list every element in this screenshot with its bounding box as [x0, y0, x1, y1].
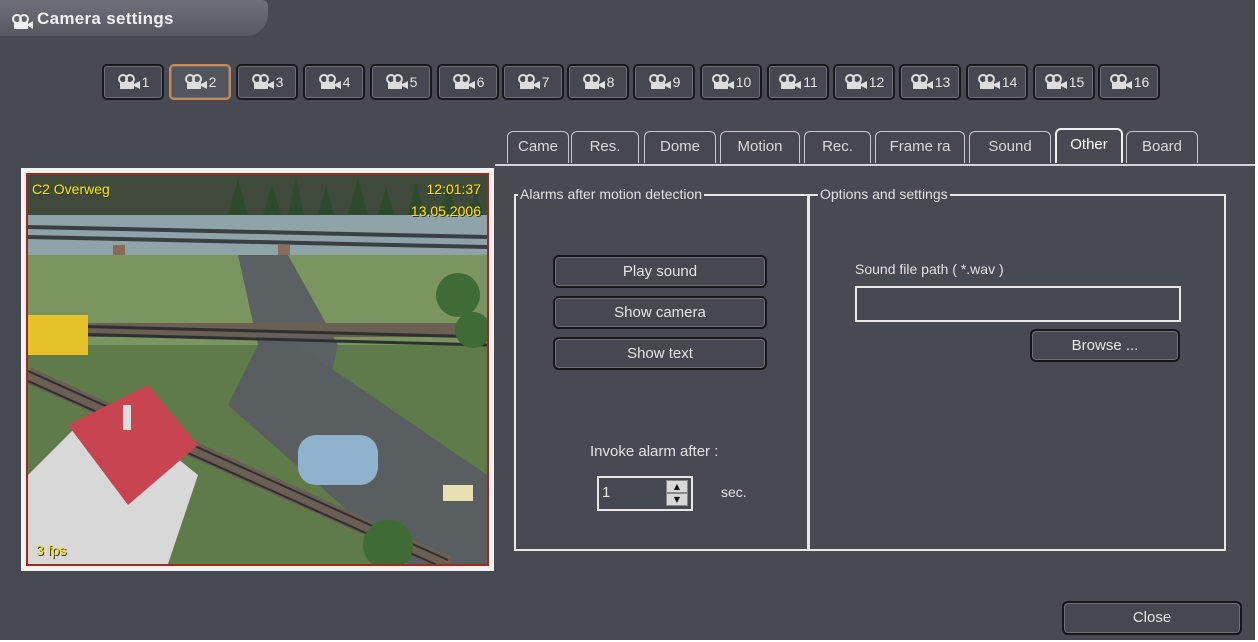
camera-button-10[interactable]: 10: [700, 64, 762, 100]
options-legend: Options and settings: [818, 185, 950, 203]
camera-preview: C2 Overweg 12:01:37 13.05.2006 3 fps: [21, 168, 494, 571]
camera-button-label: 3: [275, 74, 284, 90]
camera-icon: [517, 74, 541, 90]
camera-label-osd: C2 Overweg: [32, 181, 110, 197]
camera-icon: [452, 74, 476, 90]
close-button[interactable]: Close: [1062, 601, 1242, 635]
title-bar: Camera settings: [0, 0, 268, 36]
seconds-unit-label: sec.: [721, 484, 747, 500]
fps-osd: 3 fps: [36, 542, 67, 558]
camera-icon: [1109, 74, 1133, 90]
camera-button-label: 10: [735, 74, 752, 90]
camera-button-14[interactable]: 14: [966, 64, 1028, 100]
tab-motion[interactable]: Motion: [720, 131, 800, 163]
camera-icon: [778, 74, 802, 90]
date-osd: 13.05.2006: [410, 203, 481, 219]
camera-icon: [582, 74, 606, 90]
spin-up-icon[interactable]: ▲: [666, 480, 688, 493]
browse-button[interactable]: Browse ...: [1030, 329, 1180, 362]
camera-button-label: 13: [934, 74, 951, 90]
tab-res[interactable]: Res.: [571, 131, 639, 163]
camera-icon: [12, 14, 34, 34]
camera-icon: [385, 74, 409, 90]
camera-button-2[interactable]: 2: [169, 64, 231, 100]
camera-button-3[interactable]: 3: [236, 64, 298, 100]
camera-button-11[interactable]: 11: [767, 64, 829, 100]
tab-sound[interactable]: Sound: [969, 131, 1051, 163]
camera-button-label: 7: [541, 74, 550, 90]
camera-button-label: 15: [1068, 74, 1085, 90]
camera-button-label: 12: [868, 74, 885, 90]
camera-icon: [648, 74, 672, 90]
camera-icon: [251, 74, 275, 90]
invoke-alarm-value[interactable]: 1: [602, 484, 610, 501]
camera-settings-window: Camera settings 1 2 3 4 5 6 7 8 9 10 11 12 13 14 15 16 …: [0, 0, 1255, 640]
camera-button-16[interactable]: 16: [1098, 64, 1160, 100]
sound-file-path-label: Sound file path ( *.wav ): [855, 261, 1004, 277]
camera-button-label: 4: [342, 74, 351, 90]
camera-button-13[interactable]: 13: [899, 64, 961, 100]
camera-button-label: 8: [606, 74, 615, 90]
camera-button-9[interactable]: 9: [633, 64, 695, 100]
camera-button-label: 1: [141, 74, 150, 90]
play-sound-button[interactable]: Play sound: [553, 255, 767, 288]
tab-board[interactable]: Board: [1126, 131, 1198, 163]
camera-button-label: 16: [1133, 74, 1150, 90]
options-group: Options and settings: [808, 185, 1226, 551]
camera-icon: [910, 74, 934, 90]
tab-framera[interactable]: Frame ra: [875, 131, 965, 163]
camera-button-7[interactable]: 7: [502, 64, 564, 100]
tab-other[interactable]: Other: [1055, 128, 1123, 163]
camera-icon: [1044, 74, 1068, 90]
tab-dome[interactable]: Dome: [644, 131, 716, 163]
camera-button-12[interactable]: 12: [833, 64, 895, 100]
invoke-alarm-stepper[interactable]: 1 ▲ ▼: [597, 476, 693, 511]
camera-button-8[interactable]: 8: [567, 64, 629, 100]
camera-icon: [318, 74, 342, 90]
camera-button-label: 11: [803, 74, 818, 90]
sound-file-path-input[interactable]: [855, 286, 1181, 322]
alarms-legend: Alarms after motion detection: [518, 185, 705, 203]
camera-button-label: 5: [409, 74, 418, 90]
camera-button-6[interactable]: 6: [437, 64, 499, 100]
camera-button-label: 14: [1001, 74, 1018, 90]
scene-image: [28, 175, 487, 564]
camera-button-1[interactable]: 1: [102, 64, 164, 100]
time-osd: 12:01:37: [426, 181, 482, 197]
camera-icon: [117, 74, 141, 90]
window-title: Camera settings: [37, 9, 174, 28]
camera-button-4[interactable]: 4: [303, 64, 365, 100]
camera-icon: [844, 74, 868, 90]
camera-button-15[interactable]: 15: [1033, 64, 1095, 100]
camera-button-5[interactable]: 5: [370, 64, 432, 100]
camera-icon: [184, 74, 208, 90]
camera-button-label: 9: [672, 74, 681, 90]
tab-came[interactable]: Came: [507, 131, 569, 163]
camera-icon: [711, 74, 735, 90]
spin-down-icon[interactable]: ▼: [666, 493, 688, 506]
camera-video-frame: C2 Overweg 12:01:37 13.05.2006 3 fps: [26, 173, 489, 566]
tab-rec[interactable]: Rec.: [804, 131, 871, 163]
camera-button-label: 6: [476, 74, 485, 90]
camera-icon: [977, 74, 1001, 90]
camera-button-label: 2: [208, 74, 217, 90]
show-camera-button[interactable]: Show camera: [553, 296, 767, 329]
show-text-button[interactable]: Show text: [553, 337, 767, 370]
invoke-alarm-label: Invoke alarm after :: [590, 443, 719, 460]
